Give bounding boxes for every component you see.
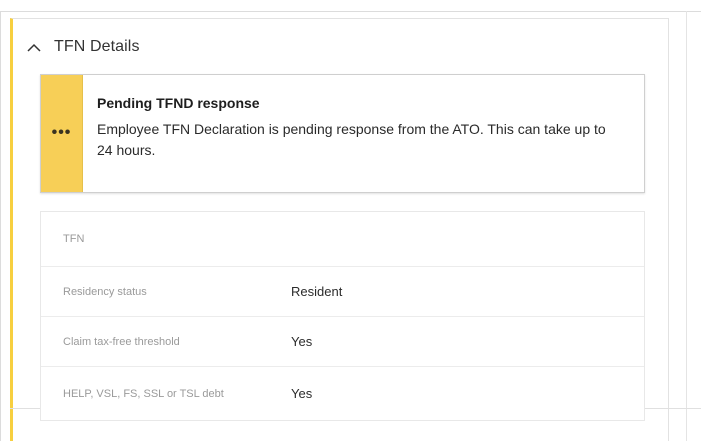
alert-title: Pending TFND response bbox=[97, 95, 260, 111]
page: TFN Details ••• Pending TFND response Em… bbox=[0, 0, 701, 441]
row-label-debt: HELP, VSL, FS, SSL or TSL debt bbox=[63, 387, 224, 400]
alert-accent: ••• bbox=[41, 75, 83, 192]
alert-message: Employee TFN Declaration is pending resp… bbox=[97, 121, 606, 158]
section-title: TFN Details bbox=[54, 38, 140, 55]
row-value-debt: Yes bbox=[291, 386, 313, 401]
row-label-tfn: TFN bbox=[63, 233, 85, 245]
alert-body: Pending TFND response Employee TFN Decla… bbox=[83, 75, 617, 192]
row-label-tax-free-threshold: Claim tax-free threshold bbox=[63, 335, 180, 348]
row-value-tax-free-threshold: Yes bbox=[291, 334, 313, 349]
right-panel-edge bbox=[686, 11, 687, 441]
page-left-divider bbox=[0, 11, 1, 441]
chevron-up-icon bbox=[26, 39, 42, 55]
row-value-residency: Resident bbox=[291, 284, 343, 299]
page-top-divider bbox=[0, 11, 701, 12]
table-row: TFN bbox=[41, 212, 644, 267]
table-row: Residency status Resident bbox=[41, 267, 644, 317]
more-dots-icon: ••• bbox=[51, 123, 72, 141]
pending-alert: ••• Pending TFND response Employee TFN D… bbox=[40, 74, 645, 193]
table-row: HELP, VSL, FS, SSL or TSL debt Yes bbox=[41, 367, 644, 420]
table-row: Claim tax-free threshold Yes bbox=[41, 317, 644, 367]
tfn-details-toggle[interactable]: TFN Details bbox=[26, 38, 140, 56]
row-label-residency: Residency status bbox=[63, 285, 147, 298]
tfn-details-table: TFN Residency status Resident Claim tax-… bbox=[40, 211, 645, 421]
